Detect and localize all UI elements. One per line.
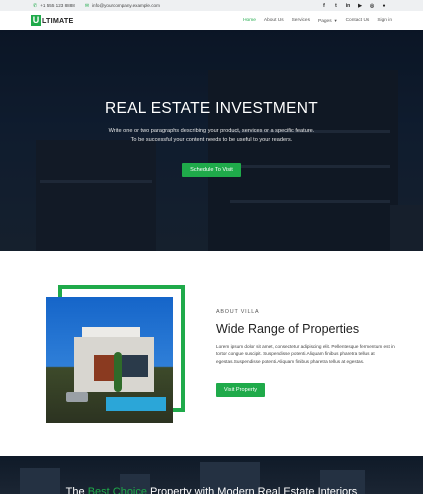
hero-text-line-2: To be successful your content needs to b… bbox=[130, 137, 293, 143]
nav-item-services[interactable]: Services bbox=[292, 18, 310, 24]
linkedin-icon[interactable]: in bbox=[345, 3, 351, 9]
facebook-icon[interactable]: f bbox=[321, 3, 327, 9]
schedule-visit-button[interactable]: Schedule To Visit bbox=[182, 163, 241, 177]
banner-heading-post: Property with Modern Real Estate Interio… bbox=[147, 486, 358, 494]
contact-info: ✆ +1 555 123 8888 ✉ info@yourcompany.examp… bbox=[33, 3, 160, 9]
about-eyebrow: ABOUT VILLA bbox=[216, 309, 260, 315]
nav-item-contact-us[interactable]: Contact Us bbox=[346, 18, 370, 24]
bottom-banner: The Best Choice Property with Modern Rea… bbox=[0, 456, 423, 494]
hero-section: REAL ESTATE INVESTMENT Write one or two … bbox=[0, 30, 423, 251]
about-body: Lorem ipsum dolor sit amet, consectetur … bbox=[216, 344, 395, 364]
nav-item-pages-label: Pages bbox=[318, 18, 332, 24]
villa-glass bbox=[122, 355, 148, 377]
logo-mark: U bbox=[31, 15, 41, 26]
nav-item-about-us[interactable]: About Us bbox=[264, 18, 284, 24]
logo-text: LTIMATE bbox=[42, 16, 74, 25]
phone-link[interactable]: ✆ +1 555 123 8888 bbox=[33, 3, 75, 9]
villa-photo bbox=[46, 297, 173, 423]
email-address: info@yourcompany.example.com bbox=[92, 2, 160, 8]
main-navbar: U LTIMATE Home About Us Services Pages ▼ … bbox=[0, 11, 423, 30]
nav-menu: Home About Us Services Pages ▼ Contact Us… bbox=[235, 18, 392, 24]
villa-pool bbox=[106, 397, 166, 411]
nav-item-home[interactable]: Home bbox=[243, 18, 256, 24]
nav-item-sign-in[interactable]: Sign in bbox=[377, 18, 392, 24]
banner-heading: The Best Choice Property with Modern Rea… bbox=[0, 486, 423, 494]
github-icon[interactable]: ● bbox=[381, 3, 387, 9]
banner-heading-pre: The bbox=[65, 486, 88, 494]
top-info-bar: ✆ +1 555 123 8888 ✉ info@yourcompany.examp… bbox=[0, 0, 423, 11]
social-links: f t in ▶ ◎ ● bbox=[321, 3, 387, 9]
youtube-icon[interactable]: ▶ bbox=[357, 3, 363, 9]
about-title: Wide Range of Properties bbox=[216, 322, 360, 336]
instagram-icon[interactable]: ◎ bbox=[369, 3, 375, 9]
banner-heading-highlight: Best Choice bbox=[87, 486, 147, 494]
hero-title: REAL ESTATE INVESTMENT bbox=[104, 100, 318, 117]
chevron-down-icon: ▼ bbox=[333, 17, 338, 23]
visit-property-button[interactable]: Visit Property bbox=[216, 383, 265, 397]
phone-number: +1 555 123 8888 bbox=[40, 2, 75, 8]
phone-icon: ✆ bbox=[33, 2, 38, 9]
twitter-icon[interactable]: t bbox=[333, 3, 339, 9]
nav-item-pages[interactable]: Pages ▼ bbox=[318, 18, 338, 24]
email-link[interactable]: ✉ info@yourcompany.example.com bbox=[85, 3, 160, 9]
site-logo[interactable]: U LTIMATE bbox=[31, 15, 73, 26]
villa-tree bbox=[114, 352, 122, 392]
hero-text-line-1: Write one or two paragraphs describing y… bbox=[108, 128, 315, 134]
villa-car bbox=[66, 392, 88, 402]
villa-wood-panel bbox=[94, 355, 116, 381]
mail-icon: ✉ bbox=[84, 2, 90, 9]
